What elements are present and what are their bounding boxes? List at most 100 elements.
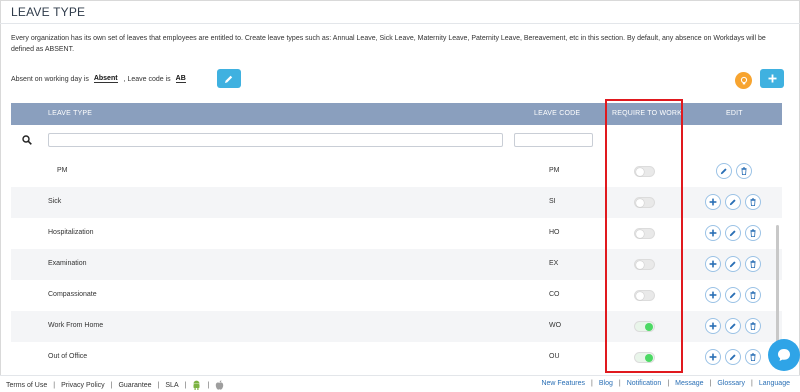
absent-settings: Absent on working day is Absent , Leave … [11,75,189,83]
footer-link-blog[interactable]: Blog [599,380,613,387]
table-scrollbar[interactable] [776,225,779,345]
absent-code-value: AB [175,75,186,83]
edit-leave-button[interactable] [725,349,741,365]
footer-separator: | [184,381,187,389]
page-description: Every organization has its own set of le… [11,35,766,53]
footer-separator: | [667,380,670,387]
trash-icon [750,291,756,299]
pencil-icon [729,354,736,361]
edit-leave-button[interactable] [725,318,741,334]
leave-type-name: Sick [48,198,62,205]
footer-separator: | [110,381,113,389]
trash-icon [750,322,756,330]
delete-leave-button[interactable] [745,287,761,303]
footer-link-notification[interactable]: Notification [627,380,662,387]
plus-icon [709,353,717,361]
plus-icon [709,322,717,330]
leave-type-name: Compassionate [48,291,97,298]
footer-separator: | [591,380,593,387]
footer-link-sla[interactable]: SLA [165,382,178,389]
add-sub-leave-button[interactable] [705,287,721,303]
footer-link-new-features[interactable]: New Features [541,380,585,387]
pencil-icon [729,199,736,206]
pencil-icon [729,323,736,330]
pencil-icon [729,261,736,268]
footer-link-terms[interactable]: Terms of Use [6,382,47,389]
pencil-icon [729,292,736,299]
footer-separator: | [157,381,160,389]
leave-code-filter-input[interactable] [514,133,593,147]
trash-icon [750,198,756,206]
footer-link-language[interactable]: Language [759,380,790,387]
leave-code: CO [549,291,560,298]
leave-code: OU [549,353,560,360]
tip-button[interactable] [735,72,752,89]
delete-leave-button[interactable] [745,256,761,272]
edit-leave-button[interactable] [716,163,732,179]
leave-code: PM [549,167,560,174]
leave-type-name: Hospitalization [48,229,94,236]
footer-link-guarantee[interactable]: Guarantee [118,382,151,389]
leave-code: WO [549,322,562,329]
delete-leave-button[interactable] [736,163,752,179]
leave-type-name: Examination [48,260,87,267]
add-sub-leave-button[interactable] [705,256,721,272]
pencil-icon [720,168,727,175]
delete-leave-button[interactable] [745,318,761,334]
android-icon[interactable] [192,380,201,390]
footer-left-links: Terms of Use | Privacy Policy | Guarante… [6,380,224,390]
footer: Terms of Use | Privacy Policy | Guarante… [0,375,800,392]
plus-icon [709,291,717,299]
footer-link-message[interactable]: Message [675,380,703,387]
header-leave-type[interactable]: LEAVE TYPE [48,110,92,117]
plus-icon [768,74,776,83]
footer-right-links: New Features | Blog | Notification | Mes… [541,380,790,387]
absent-prefix-text: Absent on working day is [11,75,89,83]
edit-leave-button[interactable] [725,256,741,272]
trash-icon [750,353,756,361]
edit-leave-button[interactable] [725,287,741,303]
absent-value: Absent [93,75,118,83]
footer-link-privacy[interactable]: Privacy Policy [61,382,105,389]
leave-type-name: PM [57,167,68,174]
pencil-icon [225,75,233,83]
header-leave-code[interactable]: LEAVE CODE [534,110,580,117]
delete-leave-button[interactable] [745,225,761,241]
plus-icon [709,229,717,237]
plus-icon [709,260,717,268]
leave-type-filter-input[interactable] [48,133,503,147]
footer-separator: | [207,381,210,389]
leave-type-name: Work From Home [48,322,104,329]
delete-leave-button[interactable] [745,194,761,210]
add-sub-leave-button[interactable] [705,225,721,241]
leave-code-prefix-text: , Leave code is [123,75,171,83]
edit-leave-button[interactable] [725,225,741,241]
footer-separator: | [618,380,621,387]
trash-icon [741,167,747,175]
leave-code: HO [549,229,560,236]
leave-code: SI [549,198,556,205]
edit-absent-button[interactable] [217,69,241,88]
apple-icon[interactable] [215,380,224,390]
delete-leave-button[interactable] [745,349,761,365]
add-sub-leave-button[interactable] [705,318,721,334]
footer-separator: | [751,380,753,387]
pencil-icon [729,230,736,237]
edit-leave-button[interactable] [725,194,741,210]
search-icon [22,135,32,145]
add-leave-type-button[interactable] [760,69,784,88]
leave-type-name: Out of Office [48,353,88,360]
add-sub-leave-button[interactable] [705,194,721,210]
header-edit: EDIT [726,110,743,117]
footer-separator: | [709,380,712,387]
title-divider [0,23,800,24]
leave-code: EX [549,260,559,267]
chat-button[interactable] [768,339,800,371]
footer-link-glossary[interactable]: Glossary [717,380,745,387]
lightbulb-icon [740,76,747,84]
footer-separator: | [53,381,56,389]
add-sub-leave-button[interactable] [705,349,721,365]
page-title: LEAVE TYPE [11,5,86,19]
chat-icon [778,349,790,361]
trash-icon [750,229,756,237]
